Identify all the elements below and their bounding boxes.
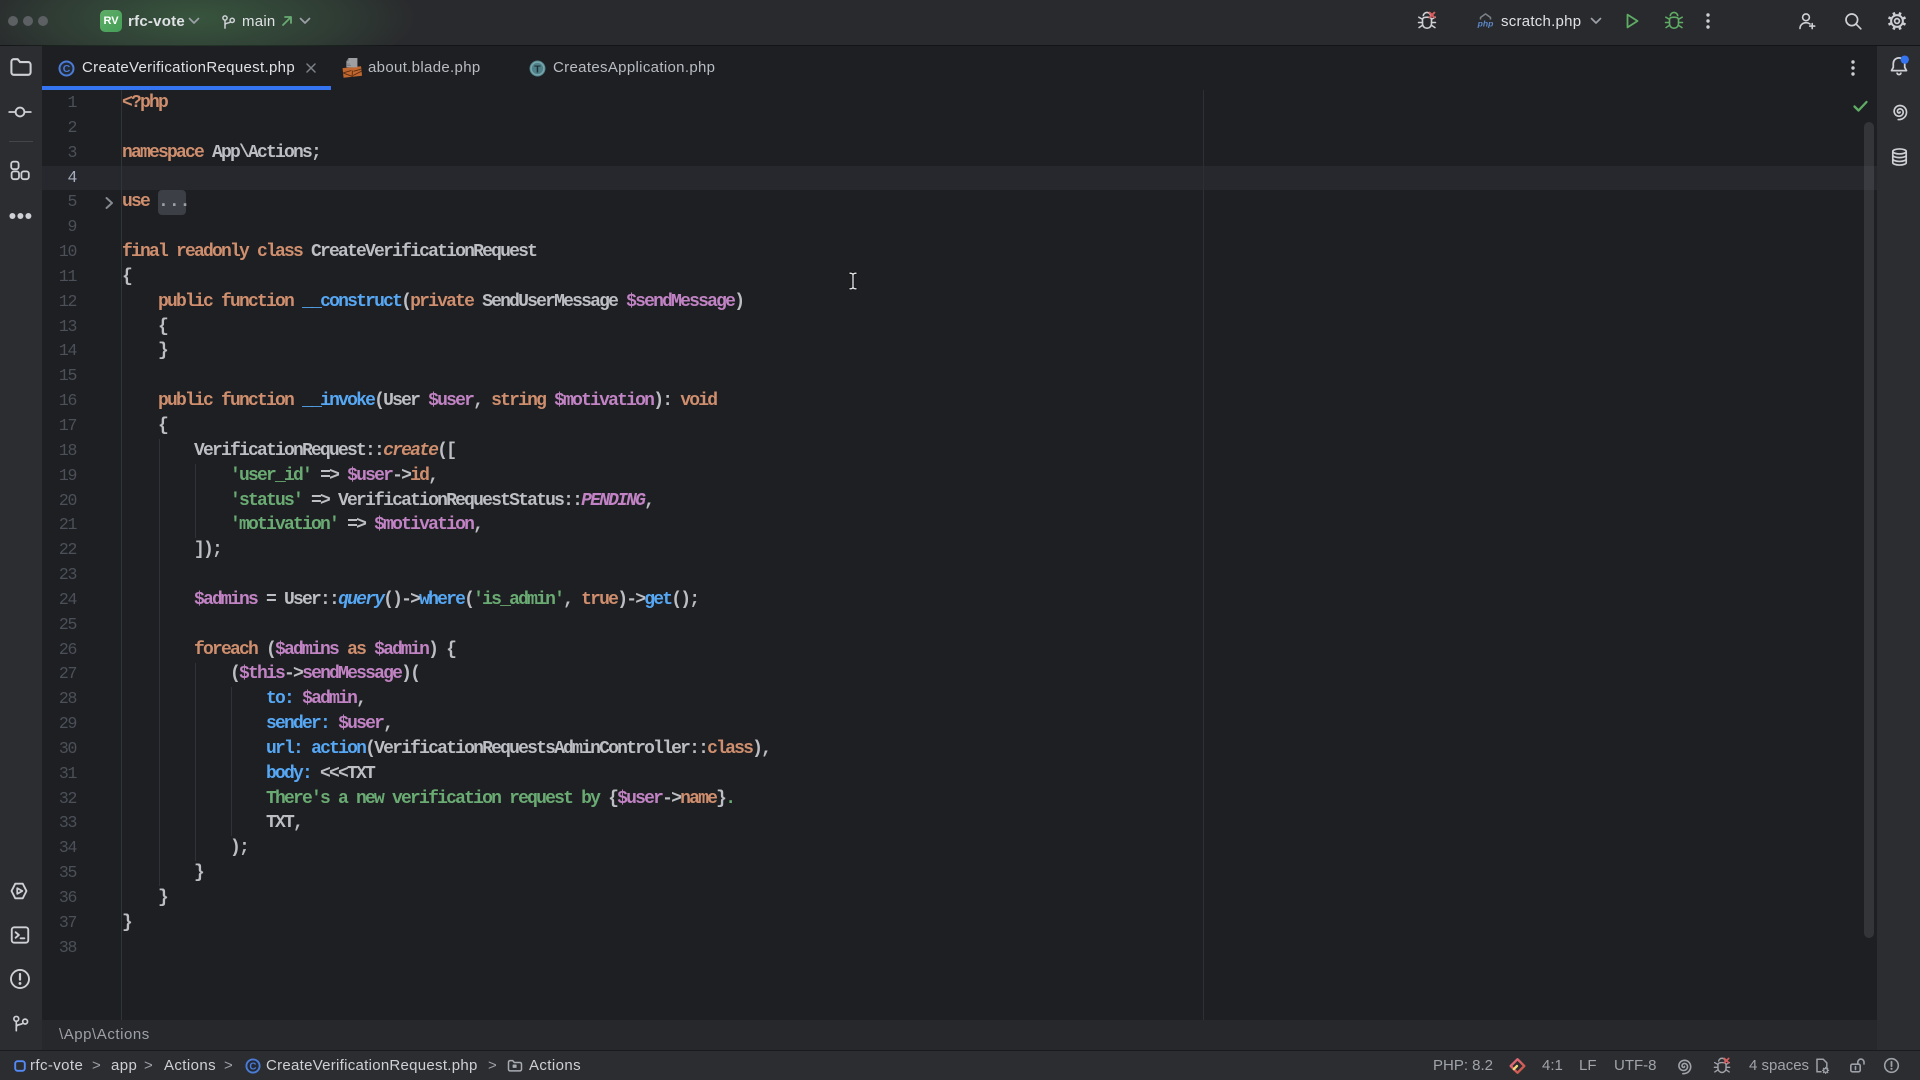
svg-text:C: C [63,63,71,75]
svg-text:C: C [249,1061,256,1072]
svg-text:T: T [534,63,541,75]
svg-text:php: php [1477,19,1493,29]
